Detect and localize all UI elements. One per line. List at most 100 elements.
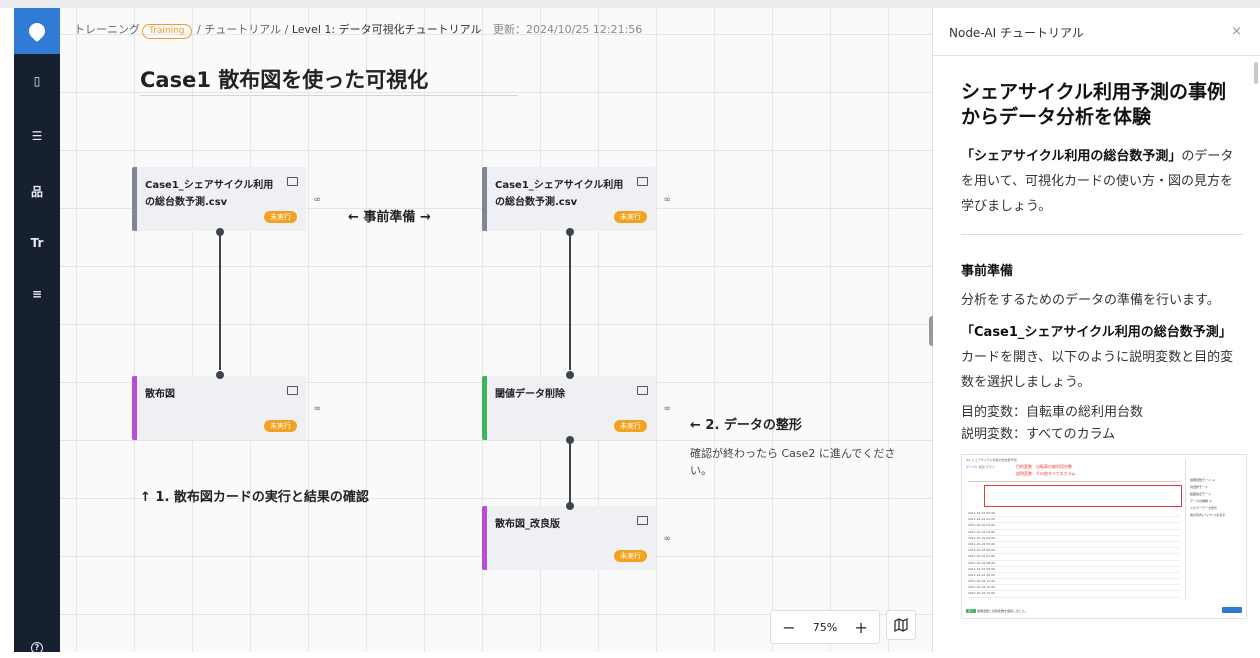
breadcrumb-separator: /	[284, 23, 289, 36]
document-icon[interactable]: ▯	[14, 71, 60, 91]
thumb-side: 説明変数モード ≡ 列選択モード 範囲指定モード データの種類 ≡ スカラーデー…	[1190, 477, 1246, 519]
status-badge: 未実行	[614, 420, 647, 432]
thumb-row-date: 2011-01-01 10:00	[968, 572, 996, 577]
thumb-divider	[968, 481, 1180, 482]
thumb-highlight-box	[984, 485, 1182, 507]
list-edit-icon[interactable]: ≡	[14, 284, 60, 304]
top-strip	[0, 0, 1260, 8]
database-icon[interactable]: ☰	[14, 126, 60, 146]
breadcrumb-current: Level 1: データ可視化チュートリアル	[291, 23, 482, 36]
thumb-highlight-line: 説明変数：その他すべてのカラム	[1016, 471, 1076, 476]
comment-icon[interactable]	[637, 386, 648, 395]
link-icon[interactable]: ∞	[664, 195, 672, 205]
thumb-row-date: 2011-01-01 06:00	[968, 548, 996, 553]
zoom-in-button[interactable]: +	[849, 618, 873, 637]
node-title: 散布図_改良版	[495, 519, 560, 530]
comment-icon[interactable]	[637, 516, 648, 525]
breadcrumb-training[interactable]: トレーニング	[74, 23, 140, 36]
annotation-note: 確認が終わったら Case2 に進んでください。	[690, 447, 896, 477]
breadcrumb: トレーニング Training / チュートリアル / Level 1: データ可…	[74, 21, 642, 39]
help-icon[interactable]: ?	[14, 638, 60, 658]
input-port[interactable]	[566, 502, 574, 510]
text-icon[interactable]: Tr	[14, 233, 60, 253]
thumb-header: Q1_シェアサイクル利用の総台数予測	[966, 458, 1017, 462]
section-text: 分析をするためのデータの準備を行います。	[961, 293, 1220, 308]
thumb-side-option: 他の形式(バイナリ)を表示	[1190, 513, 1226, 517]
thumb-tabs: サンプル 統計 グラフ	[966, 465, 995, 469]
edge-csv-to-scatter	[219, 232, 221, 370]
thumb-side-option: スカラーデータ形式	[1190, 506, 1218, 510]
comment-icon[interactable]	[637, 177, 648, 186]
edge-csv-to-threshold	[569, 232, 571, 370]
thumb-row-date: 2011-01-01 00:00	[968, 511, 996, 515]
zoom-out-button[interactable]: −	[777, 618, 801, 637]
link-icon[interactable]: ∞	[314, 195, 322, 205]
close-icon[interactable]: ×	[1231, 24, 1242, 39]
thumb-side-option: 範囲指定モード	[1190, 492, 1212, 496]
comment-icon[interactable]	[287, 386, 298, 395]
breadcrumb-tutorial[interactable]: チュートリアル	[204, 23, 281, 36]
thumb-table: 2011-01-01 00:00 2011-01-01 01:00 2011-01-…	[968, 511, 1180, 598]
comment-icon[interactable]	[287, 177, 298, 186]
panel-scrollbar[interactable]	[1254, 62, 1258, 84]
node-title: 散布図	[145, 389, 175, 400]
thumb-row-date: 2011-01-01 12:00	[968, 585, 996, 590]
thumb-footer: 完了 説明変数と目的変数を保存しました。	[966, 609, 1028, 613]
node-title: Case1_シェアサイクル利用の総台数予測.csv	[145, 180, 274, 208]
link-icon[interactable]: ∞	[664, 404, 672, 414]
card-instructions: 「Case1_シェアサイクル利用の総台数予測」カードを開き、以下のように説明変数…	[961, 320, 1243, 395]
output-port[interactable]	[566, 228, 574, 236]
thumb-side-title: データの種類 ≡	[1190, 499, 1212, 503]
node-scatter[interactable]: 散布図 未実行 ∞	[132, 376, 321, 440]
thumb-tab: グラフ	[985, 465, 995, 469]
thumb-row-date: 2011-01-01 01:00	[968, 517, 996, 522]
app-logo-icon[interactable]	[14, 8, 60, 54]
node-csv-left[interactable]: Case1_シェアサイクル利用の総台数予測.csv 未実行 ∞	[132, 167, 321, 231]
card-rest: カードを開き、以下のように説明変数と目的変数を選択しましょう。	[961, 350, 1234, 390]
thumb-tab: 統計	[978, 465, 985, 469]
thumb-row-date: 2011-01-01 04:00	[968, 535, 996, 540]
thumb-row-date: 2011-01-01 11:00	[968, 579, 996, 584]
link-icon[interactable]: ∞	[664, 534, 672, 544]
status-badge: 未実行	[614, 211, 647, 223]
training-badge: Training	[142, 24, 192, 39]
thumb-row-date: 2011-01-01 08:00	[968, 560, 996, 565]
status-badge: 未実行	[264, 211, 297, 223]
page-title: Case1 散布図を使った可視化	[140, 68, 429, 92]
node-csv-right[interactable]: Case1_シェアサイクル利用の総台数予測.csv 未実行 ∞	[482, 167, 671, 231]
minimap-button[interactable]	[886, 610, 916, 640]
output-port[interactable]	[216, 228, 224, 236]
annotation-prep: ← 事前準備 →	[348, 210, 431, 225]
node-title: Case1_シェアサイクル利用の総台数予測.csv	[495, 180, 624, 208]
updated-timestamp: 更新：2024/10/25 12:21:56	[492, 23, 643, 36]
link-icon[interactable]: ∞	[314, 404, 322, 414]
flow-canvas[interactable]: トレーニング Training / チュートリアル / Level 1: データ可…	[60, 8, 932, 652]
thumb-highlight-line: 目的変数：自転車の総利用台数	[1016, 464, 1072, 469]
input-port[interactable]	[566, 371, 574, 379]
card-name: 「Case1_シェアサイクル利用の総台数予測」	[961, 325, 1232, 340]
intro-text: 「シェアサイクル利用の総台数予測」のデータを用いて、可視化カードの使い方・図の見…	[961, 144, 1243, 219]
zoom-controls: − 75% +	[770, 610, 880, 644]
tutorial-heading: シェアサイクル利用予測の事例からデータ分析を体験	[961, 81, 1227, 128]
thumb-row-date: 2011-01-01 05:00	[968, 541, 996, 546]
panel-title: Node-AI チュートリアル	[949, 26, 1084, 40]
sidebar: ▯ ☰ 品 Tr ≡ ?	[14, 8, 60, 654]
thumb-side-option: 列選択モード	[1190, 485, 1209, 489]
status-badge: 未実行	[614, 550, 647, 562]
node-scatter-improved[interactable]: 散布図_改良版 未実行 ∞	[482, 506, 671, 570]
breadcrumb-separator: /	[197, 23, 201, 36]
output-port[interactable]	[566, 436, 574, 444]
explanatory-variable-text: 説明変数：すべてのカラム	[961, 427, 1116, 442]
zoom-level: 75%	[812, 620, 838, 634]
thumb-highlight-text: 目的変数：自転車の総利用台数 説明変数：その他すべてのカラム	[1016, 463, 1075, 477]
node-title: 閾値データ削除	[495, 389, 565, 400]
hierarchy-icon[interactable]: 品	[14, 181, 60, 201]
input-port[interactable]	[216, 371, 224, 379]
intro-dataset-name: 「シェアサイクル利用の総台数予測」	[961, 149, 1182, 164]
node-threshold[interactable]: 閾値データ削除 未実行 ∞	[482, 376, 671, 440]
panel-header: Node-AI チュートリアル ×	[933, 8, 1260, 56]
thumb-side-divider	[1185, 459, 1186, 599]
thumb-side-title: 説明変数モード ≡	[1190, 478, 1215, 482]
thumb-table-row: 2011-01-01 13:00	[968, 591, 1180, 598]
map-icon	[894, 618, 908, 632]
